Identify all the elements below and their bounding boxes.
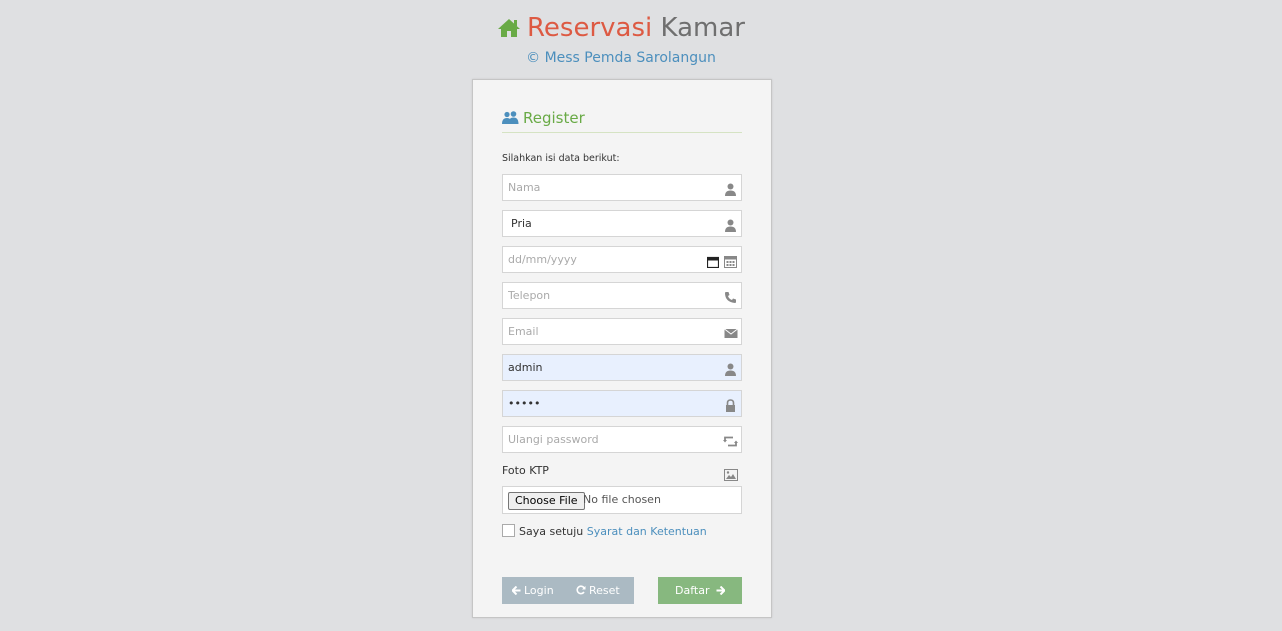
user-icon — [724, 181, 737, 196]
agree-text: Saya setuju — [519, 525, 584, 538]
daftar-label: Daftar — [675, 584, 710, 597]
users-icon — [502, 111, 519, 129]
gender-select[interactable] — [511, 211, 721, 236]
register-heading: Register — [502, 109, 742, 133]
choose-file-button[interactable]: Choose File — [508, 492, 585, 510]
reset-label: Reset — [589, 584, 620, 597]
user-icon — [724, 217, 737, 232]
gender-field — [502, 210, 742, 237]
tanggal-field — [502, 246, 742, 273]
phone-icon — [724, 289, 737, 303]
agree-checkbox[interactable] — [502, 524, 515, 537]
title-part1: Reservasi — [527, 13, 653, 43]
file-input: Choose File No file chosen — [502, 486, 742, 514]
register-heading-text: Register — [523, 109, 585, 127]
refresh-icon — [576, 585, 586, 595]
email-input[interactable] — [508, 319, 718, 344]
ulangi-password-field — [502, 426, 742, 453]
calendar-icon — [724, 253, 737, 268]
tanggal-input[interactable] — [508, 247, 698, 272]
username-input[interactable] — [508, 355, 718, 380]
date-picker-icon[interactable] — [706, 253, 720, 272]
login-button[interactable]: Login — [511, 577, 554, 604]
arrow-right-icon — [716, 585, 726, 596]
form-intro: Silahkan isi data berikut: — [502, 153, 620, 164]
telepon-field — [502, 282, 742, 309]
nama-input[interactable] — [508, 175, 718, 200]
arrow-left-icon — [511, 585, 521, 596]
header: Reservasi Kamar © Mess Pemda Sarolangun — [0, 12, 1242, 66]
home-icon — [497, 14, 521, 46]
action-button-group: Login Reset — [502, 577, 634, 604]
foto-ktp-label: Foto KTP — [502, 464, 549, 477]
envelope-icon — [724, 325, 738, 338]
lock-icon — [724, 397, 737, 412]
password-input[interactable] — [508, 391, 718, 416]
daftar-button[interactable]: Daftar — [658, 577, 742, 604]
title-part2: Kamar — [660, 13, 745, 43]
terms-link[interactable]: Syarat dan Ketentuan — [587, 525, 707, 538]
picture-icon — [724, 466, 738, 485]
user-icon — [724, 361, 737, 376]
register-panel: Register Silahkan isi data berikut: Foto… — [472, 79, 772, 618]
password-field — [502, 390, 742, 417]
file-status: No file chosen — [583, 493, 661, 506]
retweet-icon — [723, 433, 738, 447]
nama-field — [502, 174, 742, 201]
page-title: Reservasi Kamar — [0, 12, 1242, 46]
agree-row: Saya setuju Syarat dan Ketentuan — [502, 524, 707, 538]
subtitle: © Mess Pemda Sarolangun — [526, 50, 716, 66]
reset-button[interactable]: Reset — [576, 577, 620, 604]
telepon-input[interactable] — [508, 283, 718, 308]
email-field — [502, 318, 742, 345]
ulangi-password-input[interactable] — [508, 427, 718, 452]
login-label: Login — [524, 584, 554, 597]
username-field — [502, 354, 742, 381]
